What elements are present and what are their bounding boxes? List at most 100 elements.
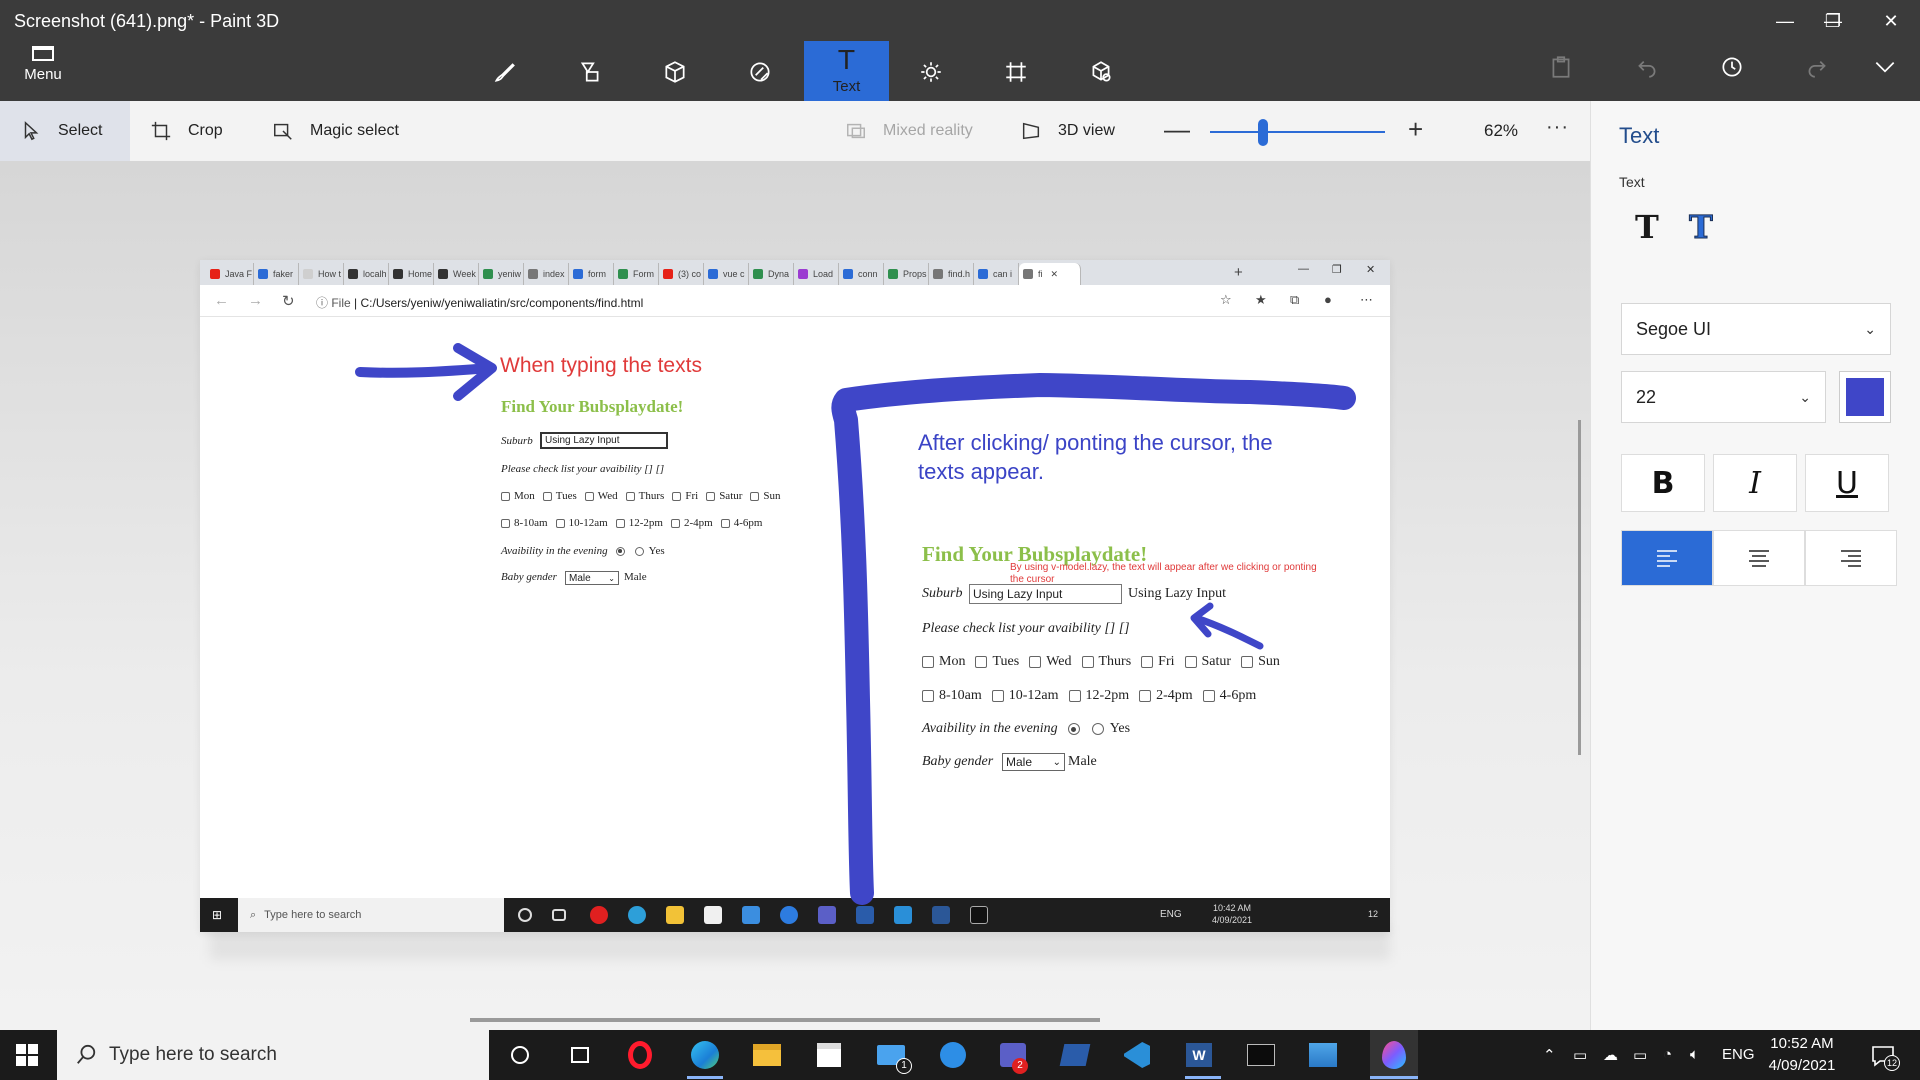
font-size-dropdown[interactable]: 22 ⌄ bbox=[1621, 371, 1826, 423]
checkbox[interactable] bbox=[542, 491, 552, 501]
browser-tab[interactable]: Dyna bbox=[749, 263, 794, 285]
paint-3d-icon[interactable] bbox=[1370, 1030, 1418, 1080]
font-family-dropdown[interactable]: Segoe UI ⌄ bbox=[1621, 303, 1891, 355]
text-3d-button[interactable]: T bbox=[1689, 208, 1729, 248]
browser-tab[interactable]: faker bbox=[254, 263, 299, 285]
word-icon[interactable]: W bbox=[1184, 1040, 1214, 1070]
browser-tab[interactable]: Props bbox=[884, 263, 929, 285]
checkbox[interactable] bbox=[670, 518, 680, 528]
text-tool[interactable]: T Text bbox=[804, 41, 889, 101]
checkbox[interactable] bbox=[501, 518, 510, 528]
url-field[interactable]: ⓘ File | C:/Users/yeniw/yeniwaliatin/src… bbox=[316, 294, 643, 311]
browser-tab[interactable]: localh bbox=[344, 263, 389, 285]
safari-icon[interactable] bbox=[938, 1040, 968, 1070]
new-tab-button[interactable]: + bbox=[1234, 264, 1243, 281]
volume-icon[interactable]: 🔈︎ bbox=[1690, 1046, 1699, 1063]
evening-radio-small-1[interactable] bbox=[615, 546, 625, 556]
evening-radio-large-1[interactable] bbox=[1067, 723, 1080, 735]
notifications-button[interactable]: 12 bbox=[1870, 1043, 1900, 1071]
onedrive-icon[interactable]: ☁ bbox=[1603, 1046, 1618, 1064]
checkbox[interactable] bbox=[922, 690, 934, 702]
checkbox[interactable] bbox=[555, 518, 565, 528]
italic-button[interactable]: I bbox=[1713, 454, 1797, 512]
checkbox[interactable] bbox=[1068, 690, 1081, 702]
file-explorer-icon[interactable] bbox=[752, 1040, 782, 1070]
terminal-icon[interactable] bbox=[1246, 1040, 1276, 1070]
gender-select-large[interactable]: Male ⌄ bbox=[1002, 753, 1065, 771]
view-3d-button[interactable]: 3D view bbox=[1020, 101, 1115, 161]
vertical-scrollbar[interactable] bbox=[1578, 420, 1581, 755]
shapes-2d-tool[interactable] bbox=[568, 50, 612, 94]
crop-button[interactable]: Crop bbox=[150, 101, 223, 161]
browser-tab[interactable]: conn bbox=[839, 263, 884, 285]
checkbox[interactable] bbox=[1184, 656, 1197, 668]
browser-tab[interactable]: form bbox=[569, 263, 614, 285]
back-icon[interactable]: ← bbox=[214, 292, 229, 309]
refresh-icon[interactable]: ↻ bbox=[282, 292, 295, 310]
checkbox[interactable] bbox=[615, 518, 625, 528]
forward-icon[interactable]: → bbox=[248, 292, 263, 309]
checkbox[interactable] bbox=[1081, 656, 1094, 668]
browser-tab[interactable]: Form bbox=[614, 263, 659, 285]
shapes-3d-tool[interactable] bbox=[653, 50, 697, 94]
browser-tab[interactable]: find.h bbox=[929, 263, 974, 285]
checkbox[interactable] bbox=[1241, 656, 1254, 668]
checkbox[interactable] bbox=[1202, 690, 1215, 702]
browser-tab[interactable]: yeniw bbox=[479, 263, 524, 285]
screenshot-image[interactable]: Java F faker How t localh Home Week yeniw index… bbox=[200, 260, 1390, 932]
browser-tab[interactable]: Load bbox=[794, 263, 839, 285]
library-3d-tool[interactable] bbox=[1079, 50, 1123, 94]
magic-select-button[interactable]: Magic select bbox=[272, 101, 399, 161]
checkbox[interactable] bbox=[1029, 656, 1042, 668]
brushes-tool[interactable] bbox=[483, 50, 527, 94]
stickers-tool[interactable] bbox=[738, 50, 782, 94]
more-options-button[interactable]: ··· bbox=[1546, 116, 1569, 139]
browser-restore-button[interactable]: ❐ bbox=[1332, 263, 1342, 276]
checkbox[interactable] bbox=[501, 491, 510, 501]
opera-icon[interactable] bbox=[625, 1040, 655, 1070]
tab-close-icon[interactable]: ✕ bbox=[1051, 269, 1059, 280]
checkbox[interactable] bbox=[625, 491, 635, 501]
gender-select-small[interactable]: Male ⌄ bbox=[565, 571, 619, 585]
browser-tab[interactable]: fi ✕ bbox=[1019, 263, 1081, 285]
evening-radio-large-2[interactable] bbox=[1091, 723, 1104, 735]
checkbox[interactable] bbox=[750, 491, 760, 501]
browser-tab[interactable]: Home bbox=[389, 263, 434, 285]
taskbar-search[interactable]: Type here to search bbox=[57, 1030, 489, 1080]
zoom-slider-thumb[interactable] bbox=[1257, 119, 1268, 146]
browser-tab[interactable]: Java F bbox=[206, 263, 254, 285]
battery-icon[interactable]: ▭ bbox=[1633, 1046, 1647, 1064]
checkbox[interactable] bbox=[1141, 656, 1154, 668]
checkbox[interactable] bbox=[584, 491, 594, 501]
suburb-input-small[interactable]: Using Lazy Input bbox=[540, 432, 668, 449]
browser-tab[interactable]: can i bbox=[974, 263, 1019, 285]
align-left-button[interactable] bbox=[1621, 530, 1713, 586]
wifi-icon[interactable]: ◔ bbox=[1663, 1046, 1672, 1063]
checkbox[interactable] bbox=[922, 656, 934, 668]
store-icon[interactable] bbox=[814, 1040, 844, 1070]
vscode-icon[interactable] bbox=[1122, 1040, 1152, 1070]
cortana-icon[interactable] bbox=[505, 1040, 535, 1070]
menu-button[interactable]: Menu bbox=[18, 46, 68, 94]
language-indicator[interactable]: ENG bbox=[1722, 1046, 1755, 1063]
undo-button[interactable] bbox=[1634, 54, 1668, 88]
suburb-input-large[interactable]: Using Lazy Input bbox=[969, 584, 1122, 604]
expand-toolbar-button[interactable] bbox=[1872, 54, 1906, 88]
select-button[interactable]: Select bbox=[0, 101, 131, 161]
browser-close-button[interactable]: ✕ bbox=[1366, 263, 1375, 276]
browser-tab[interactable]: Week bbox=[434, 263, 479, 285]
canvas-tool[interactable] bbox=[994, 50, 1038, 94]
mixed-reality-button[interactable]: Mixed reality bbox=[845, 101, 973, 161]
zoom-slider[interactable] bbox=[1210, 131, 1385, 133]
checkbox[interactable] bbox=[706, 491, 716, 501]
start-button[interactable] bbox=[16, 1044, 38, 1066]
evening-radio-small-2[interactable] bbox=[634, 546, 644, 556]
checkbox[interactable] bbox=[720, 518, 730, 528]
redo-button[interactable] bbox=[1804, 54, 1838, 88]
powershell-icon[interactable] bbox=[1059, 1040, 1091, 1070]
edge-icon[interactable] bbox=[690, 1040, 720, 1070]
checkbox[interactable] bbox=[991, 690, 1004, 702]
meet-now-icon[interactable]: ▭ bbox=[1573, 1046, 1587, 1064]
browser-tab[interactable]: index bbox=[524, 263, 569, 285]
add-favorite-icon[interactable]: ☆ bbox=[1220, 292, 1232, 308]
